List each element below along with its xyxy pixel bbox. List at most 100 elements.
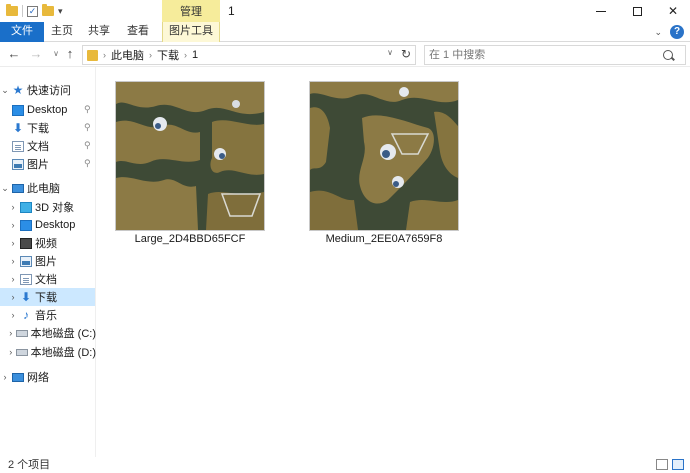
expand-ribbon-icon[interactable]: ⌄ xyxy=(654,27,662,38)
help-icon[interactable]: ? xyxy=(670,25,684,39)
ribbon-right-controls: ⌄ ? xyxy=(654,25,684,39)
sidebar-item-label: 图片 xyxy=(27,159,49,171)
up-button[interactable]: ↑ xyxy=(62,47,78,63)
map-thumbnail-image xyxy=(116,82,264,230)
sidebar-item-label: 本地磁盘 (C:) xyxy=(30,328,96,340)
sidebar-item-disk-c[interactable]: › 本地磁盘 (C:) xyxy=(8,324,96,342)
quick-access-toolbar: ✓ ▾ xyxy=(6,3,63,19)
properties-check-icon[interactable]: ✓ xyxy=(27,5,38,17)
sidebar-item-videos[interactable]: › 视频 xyxy=(8,234,96,252)
sidebar-item-label: 快速访问 xyxy=(27,85,71,97)
context-tab-group-label: 管理 xyxy=(162,0,220,22)
chevron-right-icon[interactable]: › xyxy=(149,50,152,60)
breadcrumb-this-pc[interactable]: 此电脑 xyxy=(111,47,144,63)
tab-file[interactable]: 文件 xyxy=(0,22,44,42)
chevron-down-icon[interactable]: ⌄ xyxy=(0,183,10,194)
sidebar-item-pictures[interactable]: › 图片 xyxy=(8,252,96,270)
sidebar-item-documents[interactable]: › 文档 xyxy=(8,270,96,288)
sidebar-item-label: Desktop xyxy=(27,104,68,116)
minimize-button[interactable] xyxy=(584,0,618,22)
download-icon: ⬇ xyxy=(20,289,32,304)
sidebar-item-network[interactable]: › 网络 xyxy=(0,368,96,386)
desktop-icon xyxy=(12,104,24,116)
new-folder-icon[interactable] xyxy=(42,4,54,16)
close-icon: ✕ xyxy=(667,4,679,18)
toolbar-divider xyxy=(22,5,23,17)
sidebar-item-this-pc[interactable]: ⌄ 此电脑 xyxy=(0,179,96,197)
breadcrumb-downloads[interactable]: 下载 xyxy=(157,47,179,63)
pin-icon[interactable]: ⚲ xyxy=(84,140,91,151)
star-icon: ★ xyxy=(12,82,24,97)
sidebar-item-label: Desktop xyxy=(35,219,76,231)
file-list[interactable]: Large_2D4BBD65FCF Medium_2EE0A7659F8 xyxy=(97,67,690,457)
chevron-right-icon[interactable]: › xyxy=(184,50,187,60)
sidebar-item-label: 本地磁盘 (D:) xyxy=(30,347,96,359)
video-icon xyxy=(20,237,32,249)
status-bar: 2 个项目 xyxy=(0,457,690,473)
tab-share[interactable]: 共享 xyxy=(80,22,118,42)
search-box[interactable] xyxy=(424,45,686,65)
forward-button[interactable]: → xyxy=(28,47,44,63)
download-icon: ⬇ xyxy=(12,120,24,135)
sidebar-item-disk-d[interactable]: › 本地磁盘 (D:) xyxy=(8,343,96,361)
tab-view[interactable]: 查看 xyxy=(118,22,158,42)
sidebar-item-label: 3D 对象 xyxy=(35,202,75,214)
ribbon-tabs: 文件 主页 共享 查看 图片工具 ⌄ ? xyxy=(0,22,690,42)
file-name[interactable]: Medium_2EE0A7659F8 xyxy=(299,233,469,245)
sidebar-item-label: 视频 xyxy=(35,238,57,250)
search-icon xyxy=(663,50,673,60)
pin-icon[interactable]: ⚲ xyxy=(84,122,91,133)
details-view-icon[interactable] xyxy=(656,459,668,470)
large-icons-view-icon[interactable] xyxy=(672,459,684,470)
qat-dropdown-icon[interactable]: ▾ xyxy=(58,6,63,17)
sidebar-item-desktop[interactable]: › Desktop xyxy=(8,216,96,234)
sidebar-item-music[interactable]: › ♪ 音乐 xyxy=(8,306,96,324)
sidebar-item-3d-objects[interactable]: › 3D 对象 xyxy=(8,198,96,216)
file-item-medium[interactable]: Medium_2EE0A7659F8 xyxy=(309,81,459,251)
chevron-right-icon[interactable]: › xyxy=(8,310,18,320)
address-dropdown-icon[interactable]: ∨ xyxy=(387,48,393,57)
document-icon xyxy=(12,140,24,152)
close-button[interactable]: ✕ xyxy=(656,0,690,22)
chevron-right-icon[interactable]: › xyxy=(8,238,18,248)
music-icon: ♪ xyxy=(23,307,29,322)
sidebar-item-downloads[interactable]: › ⬇ 下载 xyxy=(0,288,95,306)
chevron-right-icon[interactable]: › xyxy=(8,328,14,338)
chevron-right-icon[interactable]: › xyxy=(103,50,106,60)
picture-icon xyxy=(12,158,24,170)
sidebar-item-label: 下载 xyxy=(27,123,49,135)
file-item-large[interactable]: Large_2D4BBD65FCF xyxy=(115,81,265,251)
pin-icon[interactable]: ⚲ xyxy=(84,104,91,115)
address-bar[interactable]: › 此电脑 › 下载 › 1 ∨ ↻ xyxy=(82,45,416,65)
map-thumbnail[interactable] xyxy=(115,81,265,231)
map-thumbnail[interactable] xyxy=(309,81,459,231)
3d-objects-icon xyxy=(20,201,32,213)
chevron-right-icon[interactable]: › xyxy=(8,274,18,284)
maximize-button[interactable] xyxy=(620,0,654,22)
map-thumbnail-image xyxy=(310,82,458,230)
chevron-right-icon[interactable]: › xyxy=(8,256,18,266)
sidebar-item-label: 此电脑 xyxy=(27,183,60,195)
chevron-right-icon[interactable]: › xyxy=(8,347,14,357)
item-count: 2 个项目 xyxy=(8,459,51,471)
navigation-bar: ← → ∨ ↑ › 此电脑 › 下载 › 1 ∨ ↻ xyxy=(0,43,690,67)
refresh-icon[interactable]: ↻ xyxy=(401,47,411,61)
chevron-right-icon[interactable]: › xyxy=(8,202,18,212)
pin-icon[interactable]: ⚲ xyxy=(84,158,91,169)
sidebar-item-label: 网络 xyxy=(27,372,49,384)
disk-icon xyxy=(15,348,28,356)
back-button[interactable]: ← xyxy=(6,47,22,63)
tab-home[interactable]: 主页 xyxy=(44,22,80,42)
file-name[interactable]: Large_2D4BBD65FCF xyxy=(105,233,275,245)
chevron-right-icon[interactable]: › xyxy=(8,292,18,302)
document-icon xyxy=(20,273,32,285)
window-title: 1 xyxy=(228,4,235,18)
chevron-down-icon[interactable]: ⌄ xyxy=(0,85,10,96)
chevron-right-icon[interactable]: › xyxy=(0,372,10,382)
breadcrumb-folder-1[interactable]: 1 xyxy=(192,49,198,61)
tab-picture-tools[interactable]: 图片工具 xyxy=(162,22,220,42)
sidebar-item-quick-access[interactable]: ⌄ ★ 快速访问 xyxy=(0,81,96,99)
chevron-right-icon[interactable]: › xyxy=(8,220,18,230)
view-switcher xyxy=(656,459,684,470)
search-input[interactable] xyxy=(429,49,659,61)
